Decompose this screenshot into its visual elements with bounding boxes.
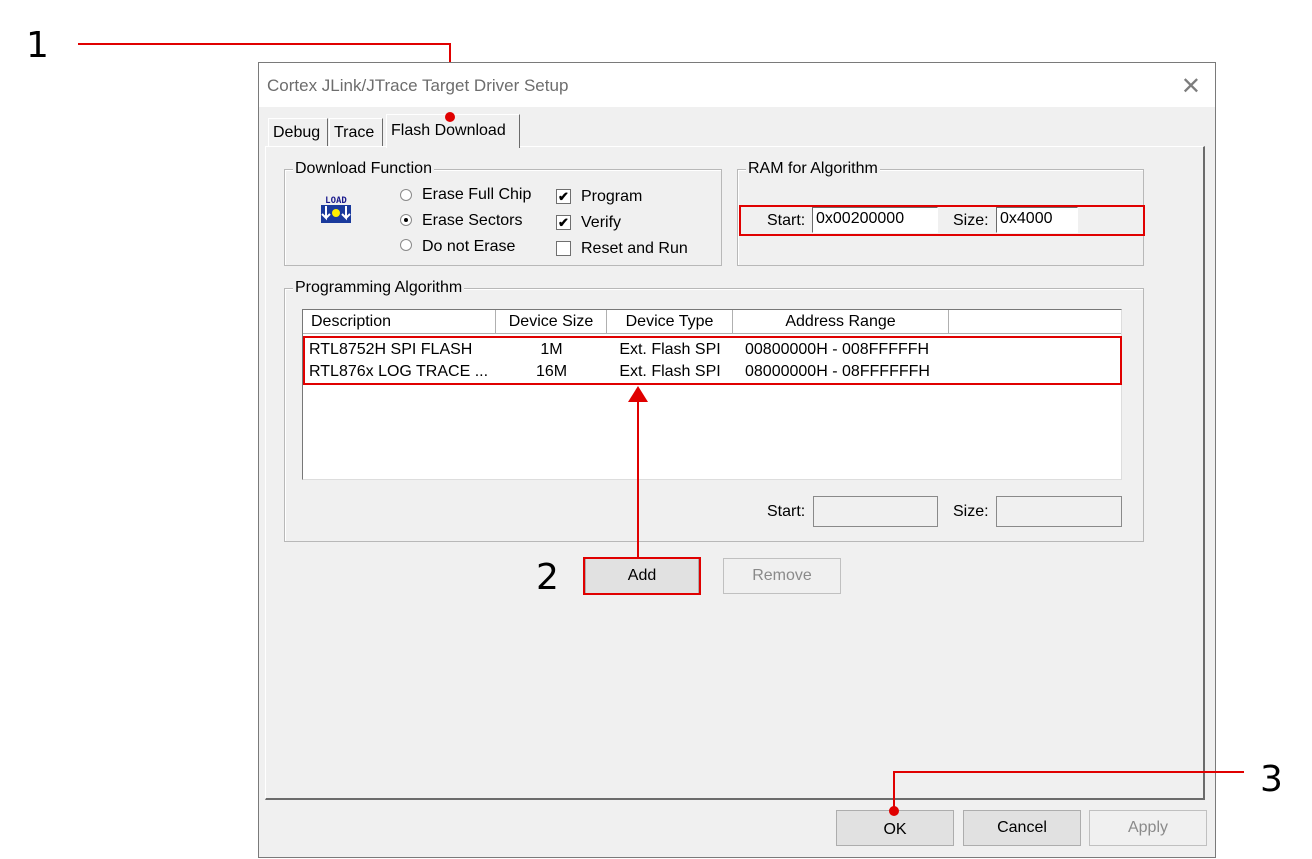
verify-checkbox[interactable]: ✔ (556, 215, 571, 230)
callout-3-line (894, 771, 1244, 773)
callout-2-arrow-line (637, 398, 639, 558)
col-device-type[interactable]: Device Type (607, 310, 733, 334)
tab-debug[interactable]: Debug (268, 118, 328, 146)
algo-start-label: Start: (767, 503, 806, 520)
close-icon[interactable]: ✕ (1181, 72, 1201, 101)
tab-debug-label: Debug (273, 124, 321, 141)
col-empty (949, 310, 1121, 334)
erase-full-chip-radio[interactable] (400, 189, 412, 201)
do-not-erase-label[interactable]: Do not Erase (422, 238, 515, 256)
verify-label[interactable]: Verify (581, 214, 621, 232)
callout-3: 3 (1260, 759, 1283, 800)
algorithm-list[interactable]: Description Device Size Device Type Addr… (302, 309, 1122, 480)
load-icon-text: LOAD (325, 196, 347, 206)
col-description[interactable]: Description (303, 310, 496, 334)
ram-highlight-box (739, 205, 1145, 236)
algorithm-rows-highlight-box (303, 336, 1122, 385)
erase-sectors-radio[interactable] (400, 214, 412, 226)
add-highlight-box (583, 557, 701, 595)
program-label[interactable]: Program (581, 188, 642, 206)
callout-2: 2 (536, 557, 559, 598)
algo-size-label: Size: (953, 503, 989, 520)
window-title: Cortex JLink/JTrace Target Driver Setup (267, 76, 569, 95)
callout-3-line-down (893, 771, 895, 811)
erase-sectors-label[interactable]: Erase Sectors (422, 212, 522, 230)
cancel-button[interactable]: Cancel (963, 810, 1081, 846)
tab-trace[interactable]: Trace (329, 118, 383, 146)
col-address-range[interactable]: Address Range (733, 310, 949, 334)
callout-1-dot (445, 112, 455, 122)
erase-full-chip-label[interactable]: Erase Full Chip (422, 186, 531, 204)
callout-2-arrowhead (628, 386, 648, 402)
reset-and-run-label[interactable]: Reset and Run (581, 240, 688, 258)
title-bar: Cortex JLink/JTrace Target Driver Setup … (259, 63, 1215, 107)
programming-algorithm-title: Programming Algorithm (293, 279, 465, 297)
callout-3-dot (889, 806, 899, 816)
col-device-size[interactable]: Device Size (496, 310, 607, 334)
tab-trace-label: Trace (334, 124, 375, 141)
algo-size-input[interactable] (996, 496, 1122, 527)
ram-for-algorithm-title: RAM for Algorithm (746, 160, 880, 178)
algo-start-input[interactable] (813, 496, 938, 527)
reset-and-run-checkbox[interactable] (556, 241, 571, 256)
apply-button[interactable]: Apply (1089, 810, 1207, 846)
load-icon: LOAD (321, 196, 351, 223)
do-not-erase-radio[interactable] (400, 239, 412, 251)
download-function-title: Download Function (293, 160, 434, 178)
program-checkbox[interactable]: ✔ (556, 189, 571, 204)
callout-1: 1 (26, 25, 49, 66)
remove-button[interactable]: Remove (723, 558, 841, 594)
tab-flash-download-label: Flash Download (391, 122, 506, 139)
callout-1-line (78, 43, 450, 45)
